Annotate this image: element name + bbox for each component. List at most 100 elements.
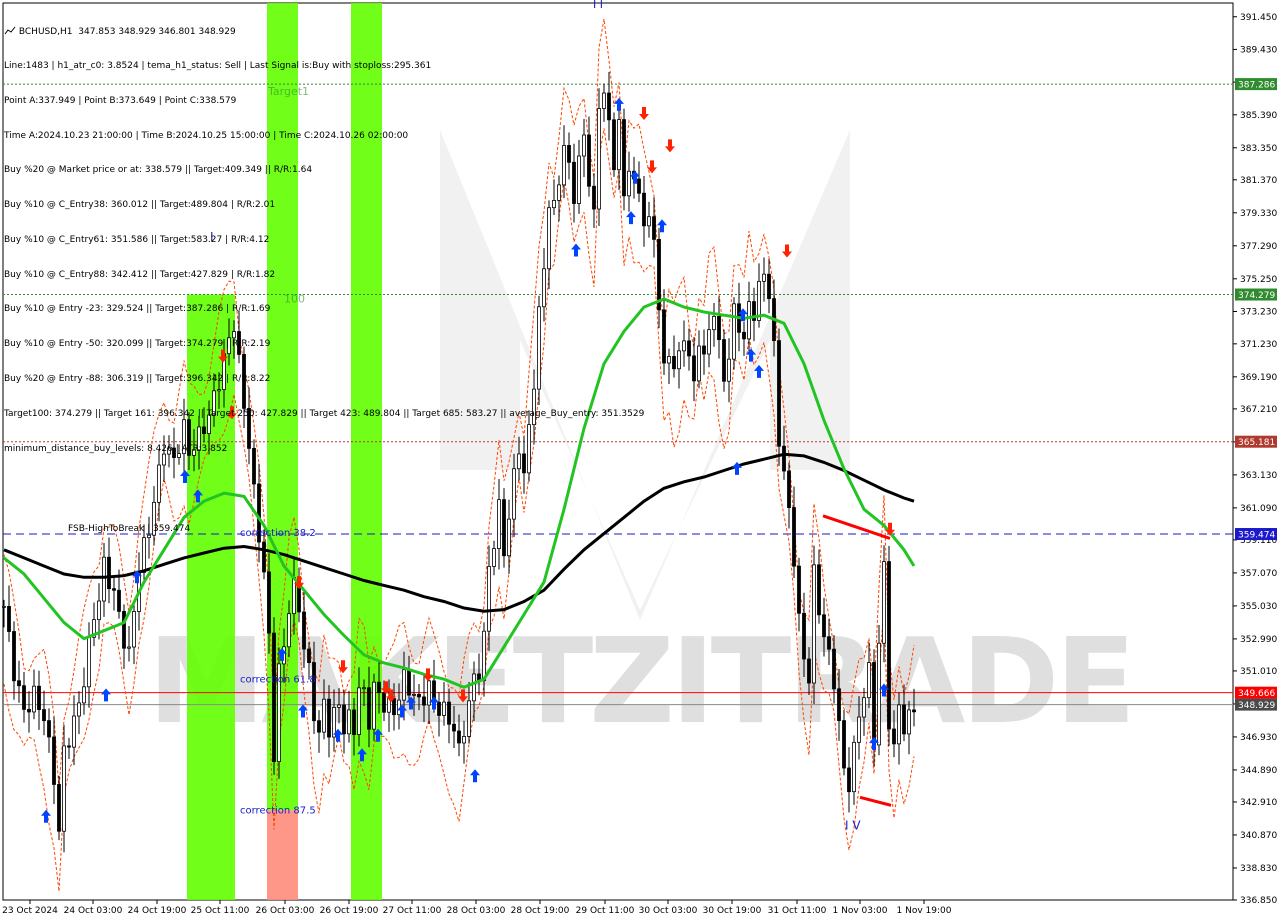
bear-candle [47,720,51,738]
chart-annotation: I V [845,819,861,833]
zone-red [267,810,298,900]
bull-candle [907,709,911,735]
bear-candle [797,565,801,614]
bear-candle [392,698,396,716]
bear-candle [672,356,676,370]
info-panel: BCHUSD,H1 347.853 348.929 346.801 348.92… [4,3,644,478]
chart-annotation: FSB-HighToBreak | 359.474 [68,524,190,534]
bull-candle [462,736,466,744]
price-tag-label: 374.279 [1238,291,1275,301]
y-tick-label: 379.330 [1240,209,1277,219]
info-line: Point A:337.949 | Point B:373.649 | Poin… [4,95,237,106]
y-tick-label: 371.230 [1240,340,1277,350]
x-tick-label: 1 Nov 03:00 [833,906,888,916]
x-tick-label: 30 Oct 03:00 [639,906,698,916]
bear-candle [27,708,31,713]
bear-candle [112,588,116,591]
bull-candle [32,685,36,713]
chart-annotation: correction 87.5 [240,805,316,816]
bear-candle [107,556,111,590]
bull-candle [412,693,416,696]
bull-candle [97,600,101,621]
bull-candle [882,561,886,644]
y-tick-label: 352.990 [1240,635,1277,645]
bear-candle [57,784,61,832]
y-tick-label: 391.450 [1240,13,1277,23]
bear-candle [782,445,786,472]
bull-candle [472,673,476,702]
bear-candle [342,704,346,735]
chart-annotation: correction 61.8 [240,674,316,685]
y-tick-label: 340.870 [1240,831,1277,841]
info-line: Buy %20 @ Market price or at: 338.579 ||… [4,165,313,176]
chart-area[interactable]: MAKETZITRADE391.450389.430387.410385.390… [0,0,1280,920]
bear-candle [382,692,386,713]
bear-candle [742,331,746,340]
bear-candle [437,701,441,716]
y-tick-label: 344.890 [1240,766,1277,776]
bull-candle [732,303,736,360]
y-tick-label: 367.210 [1240,405,1277,415]
bear-candle [652,216,656,240]
bear-candle [767,273,771,300]
bear-candle [902,704,906,735]
price-tag-label: 365.181 [1238,438,1275,448]
bear-candle [702,345,706,355]
bull-candle [77,702,81,717]
y-tick-label: 338.830 [1240,864,1277,874]
bear-candle [262,541,266,573]
info-line: Buy %10 @ Entry -50: 320.099 || Target:3… [4,339,271,350]
bear-candle [447,701,451,725]
bear-candle [37,685,41,710]
bear-candle [417,693,421,698]
bull-candle [877,642,881,746]
symbol-header: BCHUSD,H1 347.853 348.929 346.801 348.92… [4,26,644,38]
x-tick-label: 29 Oct 11:00 [576,906,635,916]
x-tick-label: 28 Oct 03:00 [447,906,506,916]
bull-candle [747,301,751,340]
bear-candle [302,611,306,650]
x-tick-label: 25 Oct 11:00 [191,906,250,916]
bear-candle [722,339,726,382]
bull-candle [402,669,406,701]
bear-candle [377,681,381,694]
bear-candle [502,499,506,557]
bear-candle [717,316,721,340]
bear-candle [832,648,836,690]
bull-candle [492,548,496,567]
bull-candle [507,518,511,557]
bear-candle [827,636,831,650]
price-tag-label: 349.666 [1238,689,1275,699]
y-tick-label: 377.290 [1240,242,1277,252]
chart-annotation: correction 38.2 [240,528,316,539]
bear-candle [892,728,896,745]
bear-candle [22,685,26,710]
bear-candle [17,680,21,687]
x-tick-label: 26 Oct 19:00 [320,906,379,916]
bear-candle [122,610,126,649]
y-tick-label: 336.850 [1240,896,1277,906]
info-line: minimum_distance_buy_levels: 8.426 | ATR… [4,443,228,454]
bear-candle [692,355,696,382]
y-tick-label: 355.030 [1240,602,1277,612]
bear-candle [42,709,46,722]
bear-candle [887,561,891,730]
bear-candle [367,687,371,730]
bear-candle [842,720,846,769]
bull-candle [62,745,66,832]
y-tick-label: 363.130 [1240,471,1277,481]
bear-candle [777,340,781,447]
bull-candle [682,340,686,352]
bull-candle [647,216,651,227]
bull-candle [287,613,291,648]
x-tick-label: 26 Oct 03:00 [256,906,315,916]
info-line: Buy %10 @ C_Entry38: 360.012 || Target:4… [4,200,276,211]
y-tick-label: 383.350 [1240,144,1277,154]
bull-candle [372,681,376,730]
x-tick-label: 30 Oct 19:00 [703,906,762,916]
y-tick-label: 351.010 [1240,667,1277,677]
x-tick-label: 28 Oct 19:00 [511,906,570,916]
y-tick-label: 373.230 [1240,307,1277,317]
info-line: Buy %20 @ Entry -88: 306.319 || Target:3… [4,374,271,384]
bear-candle [872,662,876,746]
